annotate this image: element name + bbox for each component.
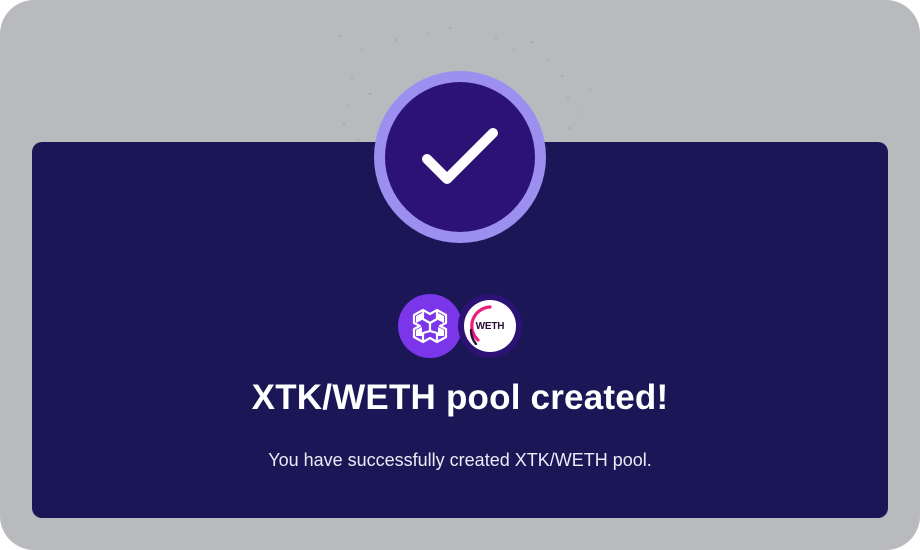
token-pair: WETH	[398, 294, 526, 358]
xtk-logo-icon	[412, 308, 448, 344]
weth-token-badge: WETH	[464, 300, 516, 352]
success-badge	[385, 82, 535, 232]
xtk-token-icon	[398, 294, 462, 358]
checkmark-icon	[422, 128, 498, 184]
dialog-message: You have successfully created XTK/WETH p…	[268, 450, 652, 470]
dialog-title: XTK/WETH pool created!	[251, 378, 669, 417]
weth-token-label: WETH	[475, 320, 505, 332]
weth-token-icon: WETH	[458, 294, 522, 358]
modal-backdrop: WETH XTK/WETH pool created! You have suc…	[0, 0, 920, 550]
